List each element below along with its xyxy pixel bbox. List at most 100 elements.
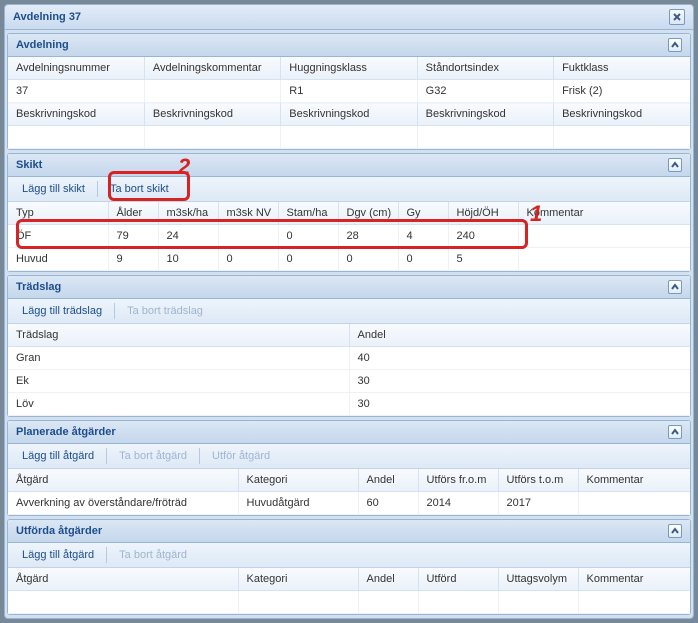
collapse-button[interactable] — [668, 38, 682, 52]
col-header: Utförs fr.o.m — [418, 469, 498, 492]
panel-skikt: Skikt Lägg till skikt Ta bort skikt Typ … — [7, 153, 691, 272]
col-header: Kommentar — [578, 469, 690, 492]
cell: Gran — [8, 347, 349, 370]
panel-title: Planerade åtgärder — [16, 426, 116, 438]
cell — [518, 225, 690, 248]
utforda-table: Åtgärd Kategori Andel Utförd Uttagsvolym… — [8, 568, 690, 614]
col-header: Kategori — [238, 469, 358, 492]
panel-header: Trädslag — [8, 276, 690, 299]
panel-header: Utförda åtgärder — [8, 520, 690, 543]
panel-utforda: Utförda åtgärder Lägg till åtgärd Ta bor… — [7, 519, 691, 615]
cell: Frisk (2) — [554, 80, 690, 103]
cell: Huvudåtgärd — [238, 492, 358, 515]
col-header: Utförs t.o.m — [498, 469, 578, 492]
col-header: Kommentar — [518, 202, 690, 225]
separator — [106, 448, 107, 464]
panel-planerade: Planerade åtgärder Lägg till åtgärd Ta b… — [7, 420, 691, 516]
table-header-row: Åtgärd Kategori Andel Utförs fr.o.m Utfö… — [8, 469, 690, 492]
tradslag-toolbar: Lägg till trädslag Ta bort trädslag — [8, 299, 690, 324]
cell: 4 — [398, 225, 448, 248]
cell: Avverkning av överståndare/fröträd — [8, 492, 238, 515]
cell — [144, 80, 280, 103]
panel-header: Skikt — [8, 154, 690, 177]
cell: 2014 — [418, 492, 498, 515]
table-row[interactable]: ÖF 79 24 0 28 4 240 — [8, 225, 690, 248]
table-row[interactable]: Gran40 — [8, 347, 690, 370]
cell — [578, 492, 690, 515]
cell: 0 — [338, 248, 398, 271]
col-header: Beskrivningskod — [281, 103, 417, 126]
cell: Huvud — [8, 248, 108, 271]
cell: 0 — [278, 248, 338, 271]
col-header: Ståndortsindex — [417, 57, 553, 80]
chevron-up-icon — [671, 428, 679, 436]
col-header: Gy — [398, 202, 448, 225]
remove-tradslag-button[interactable]: Ta bort trädslag — [121, 303, 209, 319]
remove-skikt-button[interactable]: Ta bort skikt — [104, 181, 175, 197]
cell: 60 — [358, 492, 418, 515]
table-row[interactable] — [8, 591, 690, 614]
add-skikt-button[interactable]: Lägg till skikt — [16, 181, 91, 197]
cell: 28 — [338, 225, 398, 248]
col-header: Höjd/ÖH — [448, 202, 518, 225]
exec-atgard-button[interactable]: Utför åtgärd — [206, 448, 276, 464]
table-row[interactable]: 37 R1 G32 Frisk (2) — [8, 80, 690, 103]
separator — [106, 547, 107, 563]
cell: 30 — [349, 393, 690, 416]
close-button[interactable] — [669, 9, 685, 25]
cell: 2017 — [498, 492, 578, 515]
panel-header: Planerade åtgärder — [8, 421, 690, 444]
cell: 40 — [349, 347, 690, 370]
collapse-button[interactable] — [668, 524, 682, 538]
panel-tradslag: Trädslag Lägg till trädslag Ta bort träd… — [7, 275, 691, 417]
window: Avdelning 37 Avdelning Avdelningsnummer … — [4, 4, 694, 619]
col-header: Andel — [358, 469, 418, 492]
col-header: Avdelningskommentar — [144, 57, 280, 80]
remove-atgard-button[interactable]: Ta bort åtgärd — [113, 547, 193, 563]
add-atgard-button[interactable]: Lägg till åtgärd — [16, 547, 100, 563]
table-row[interactable]: Avverkning av överståndare/fröträd Huvud… — [8, 492, 690, 515]
cell: 0 — [398, 248, 448, 271]
col-header: Trädslag — [8, 324, 349, 347]
separator — [199, 448, 200, 464]
col-header: Fuktklass — [554, 57, 690, 80]
collapse-button[interactable] — [668, 425, 682, 439]
cell: 10 — [158, 248, 218, 271]
col-header: Huggningsklass — [281, 57, 417, 80]
col-header: Kategori — [238, 568, 358, 591]
cell: G32 — [417, 80, 553, 103]
window-title: Avdelning 37 — [13, 11, 81, 23]
collapse-button[interactable] — [668, 280, 682, 294]
col-header: Dgv (cm) — [338, 202, 398, 225]
panel-header: Avdelning — [8, 34, 690, 57]
close-icon — [673, 13, 681, 21]
col-header: Andel — [349, 324, 690, 347]
panel-title: Trädslag — [16, 281, 61, 293]
table-header-row: Åtgärd Kategori Andel Utförd Uttagsvolym… — [8, 568, 690, 591]
chevron-up-icon — [671, 527, 679, 535]
remove-atgard-button[interactable]: Ta bort åtgärd — [113, 448, 193, 464]
col-header: Uttagsvolym — [498, 568, 578, 591]
panel-title: Utförda åtgärder — [16, 525, 102, 537]
collapse-button[interactable] — [668, 158, 682, 172]
panel-title: Skikt — [16, 159, 42, 171]
panel-title: Avdelning — [16, 39, 69, 51]
cell: 5 — [448, 248, 518, 271]
col-header: Åtgärd — [8, 568, 238, 591]
add-tradslag-button[interactable]: Lägg till trädslag — [16, 303, 108, 319]
table-row[interactable]: Huvud 9 10 0 0 0 0 5 — [8, 248, 690, 271]
table-row[interactable]: Ek30 — [8, 370, 690, 393]
add-atgard-button[interactable]: Lägg till åtgärd — [16, 448, 100, 464]
chevron-up-icon — [671, 283, 679, 291]
cell: 79 — [108, 225, 158, 248]
table-header-row: Avdelningsnummer Avdelningskommentar Hug… — [8, 57, 690, 80]
table-row[interactable]: Löv30 — [8, 393, 690, 416]
cell: Ek — [8, 370, 349, 393]
col-header: Utförd — [418, 568, 498, 591]
skikt-toolbar: Lägg till skikt Ta bort skikt — [8, 177, 690, 202]
table-header-row: Beskrivningskod Beskrivningskod Beskrivn… — [8, 103, 690, 126]
tradslag-table: Trädslag Andel Gran40 Ek30 Löv30 — [8, 324, 690, 416]
table-row[interactable] — [8, 126, 690, 149]
titlebar: Avdelning 37 — [5, 5, 693, 30]
cell: 9 — [108, 248, 158, 271]
